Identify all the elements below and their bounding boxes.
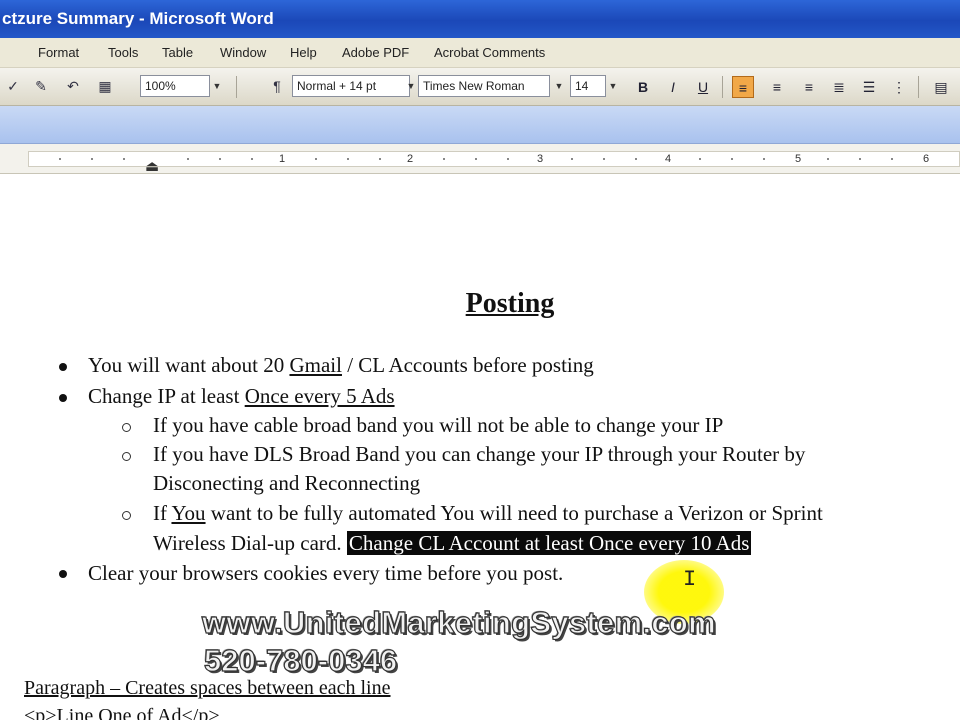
numbering-button[interactable]: ⋮ (888, 76, 910, 98)
align-center-button[interactable]: ≡ (766, 76, 788, 98)
sub-list-item: If you have cable broad band you will no… (153, 413, 724, 437)
bullets-button[interactable]: ▤ (930, 76, 952, 98)
sub-bullet (122, 452, 131, 461)
ruler-number: 2 (407, 153, 414, 165)
styles-icon[interactable]: ¶ (268, 77, 286, 95)
align-right-button[interactable]: ≡ (798, 76, 820, 98)
list-item: Change IP at least Once every 5 Ads (88, 384, 395, 408)
justify-button[interactable]: ≣ (828, 76, 850, 98)
selected-text[interactable]: Change CL Account at least Once every 10… (346, 531, 752, 555)
ruler-number: 4 (665, 153, 672, 165)
zoom-dropdown-icon[interactable]: ▼ (210, 76, 224, 96)
ruler-number: 6 (923, 153, 930, 165)
line-spacing-button[interactable]: ☰ (858, 76, 880, 98)
sub-list-item: If you have DLS Broad Band you can chang… (153, 442, 806, 466)
list-item: Clear your browsers cookies every time b… (88, 561, 564, 585)
watermark-url: www.UnitedMarketingSystem.com (201, 604, 716, 640)
underline-button[interactable]: U (692, 76, 714, 98)
font-size-dropdown-icon[interactable]: ▼ (606, 76, 620, 96)
format-painter-icon[interactable]: ✎ (32, 77, 50, 95)
menu-help[interactable]: Help (290, 45, 317, 60)
ibeam-cursor-icon: I (683, 567, 697, 592)
ruler-track: 1 2 3 4 5 6 (28, 151, 960, 167)
sub-bullet (122, 511, 131, 520)
paragraph-note: Paragraph – Creates spaces between each … (24, 677, 391, 699)
bullet (59, 363, 67, 371)
ruler-number: 3 (537, 153, 544, 165)
undo-icon[interactable]: ↶ (64, 77, 82, 95)
watermark-phone: 520-780-0346 (203, 642, 398, 678)
menu-window[interactable]: Window (220, 45, 266, 60)
menu-table[interactable]: Table (162, 45, 193, 60)
zoom-box[interactable]: 100% (140, 75, 210, 97)
window-title-bar: ctzure Summary - Microsoft Word (0, 0, 960, 38)
style-value: Normal + 14 pt (297, 79, 377, 93)
menu-adobe-pdf[interactable]: Adobe PDF (342, 45, 409, 60)
font-size-value: 14 (575, 79, 589, 93)
style-box[interactable]: Normal + 14 pt (292, 75, 410, 97)
font-size-box[interactable]: 14 (570, 75, 606, 97)
list-item: You will want about 20 Gmail / CL Accoun… (88, 353, 594, 377)
align-left-button[interactable]: ≡ (732, 76, 754, 98)
bullet (59, 570, 67, 578)
zoom-value: 100% (145, 79, 176, 93)
font-value: Times New Roman (423, 79, 525, 93)
font-box[interactable]: Times New Roman (418, 75, 550, 97)
menu-bar: Format Tools Table Window Help Adobe PDF… (0, 38, 960, 68)
window-title: ctzure Summary - Microsoft Word (2, 9, 274, 28)
sub-bullet (122, 423, 131, 432)
menu-format[interactable]: Format (38, 45, 79, 60)
toolbar-strip (0, 106, 960, 144)
sub-list-item-continued: Wireless Dial-up card. Change CL Account… (153, 531, 752, 555)
spelling-icon[interactable]: ✓ (4, 77, 22, 95)
ruler[interactable]: 1 2 3 4 5 6 ⏏ (0, 144, 960, 176)
italic-button[interactable]: I (662, 76, 684, 98)
bullet (59, 394, 67, 402)
menu-tools[interactable]: Tools (108, 45, 138, 60)
indent-marker-icon[interactable]: ⏏ (145, 157, 159, 176)
ruler-number: 1 (279, 153, 286, 165)
doc-heading: Posting (465, 288, 555, 319)
ruler-number: 5 (795, 153, 802, 165)
sub-list-item-continued: Disconecting and Reconnecting (153, 471, 421, 495)
table-icon[interactable]: ▦ (96, 77, 114, 95)
menu-acrobat-comments[interactable]: Acrobat Comments (434, 45, 545, 60)
font-dropdown-icon[interactable]: ▼ (552, 76, 566, 96)
sub-list-item: If You want to be fully automated You wi… (153, 501, 823, 525)
document-page[interactable]: Posting You will want about 20 Gmail / C… (0, 175, 960, 720)
bold-button[interactable]: B (632, 76, 654, 98)
code-line: <p>Line One of Ad</p> (24, 705, 220, 720)
formatting-toolbar: ✓ ✎ ↶ ▦ 100% ▼ ¶ Normal + 14 pt ▼ Times … (0, 68, 960, 106)
style-dropdown-icon[interactable]: ▼ (404, 76, 418, 96)
